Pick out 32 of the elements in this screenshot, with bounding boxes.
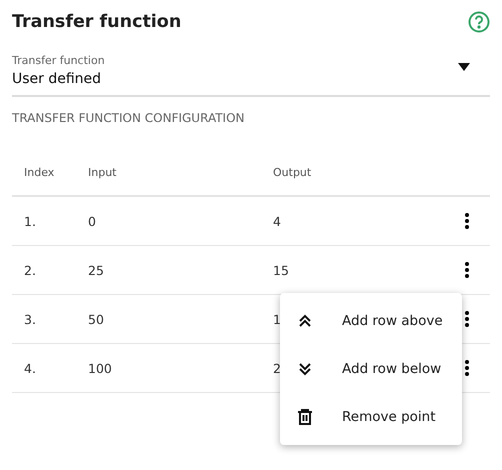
- table-cell: 25: [88, 262, 104, 278]
- table-cell: 3.: [24, 312, 36, 326]
- column-header: Output: [273, 166, 312, 178]
- table-cell: 0: [88, 214, 96, 228]
- section-title: TRANSFER FUNCTION CONFIGURATION: [12, 111, 246, 125]
- table-cell: 4.: [24, 360, 36, 376]
- table-cell: 2: [273, 360, 281, 376]
- table-cell: 50: [88, 312, 104, 326]
- column-header: Input: [88, 166, 116, 178]
- table-cell: 1.: [24, 214, 36, 228]
- transfer-function-select[interactable]: Transfer function User defined: [12, 54, 490, 97]
- table-cell: 2.: [24, 262, 36, 278]
- help-icon[interactable]: [468, 11, 490, 33]
- menu-item[interactable]: Add row above: [280, 297, 462, 345]
- menu-item[interactable]: Remove point: [280, 393, 462, 441]
- table-cell: 4: [273, 214, 281, 228]
- trash-icon: [298, 409, 312, 425]
- dropdown-arrow-icon: [458, 63, 470, 71]
- table-cell: 15: [273, 262, 289, 278]
- more-icon: [464, 212, 470, 230]
- panel-title: Transfer function: [12, 12, 182, 32]
- more-icon: [464, 310, 470, 328]
- field-value: User defined: [12, 71, 102, 87]
- field-label: Transfer function: [12, 54, 105, 67]
- more-icon: [464, 359, 470, 377]
- column-header: Index: [24, 166, 54, 178]
- menu-item[interactable]: Add row below: [280, 345, 462, 393]
- double-chevron-down-icon: [298, 362, 312, 376]
- double-chevron-up-icon: [298, 314, 312, 328]
- more-icon: [464, 261, 470, 279]
- table-cell: 100: [88, 360, 112, 376]
- table-cell: 1: [273, 312, 281, 326]
